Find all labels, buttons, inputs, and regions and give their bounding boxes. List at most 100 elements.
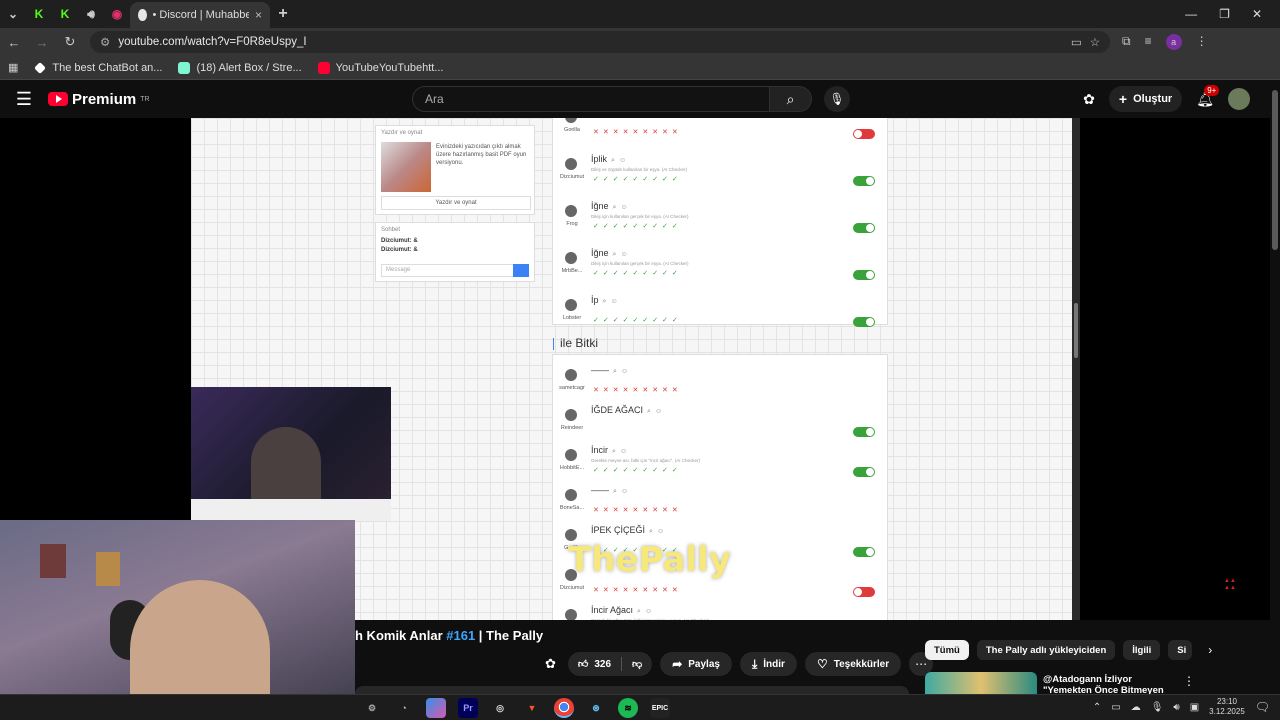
restore-icon[interactable]: ❐ — [1219, 7, 1230, 21]
bookmark-alertbox[interactable]: (18) Alert Box / Stre... — [178, 61, 302, 74]
emoji-icon[interactable]: ☺ — [620, 251, 627, 258]
chevron-right-icon[interactable]: › — [1208, 643, 1212, 657]
vote-toggle[interactable] — [853, 467, 875, 477]
vote-toggle[interactable] — [853, 317, 875, 327]
menu-icon[interactable]: ☰ — [0, 89, 48, 110]
emoji-icon[interactable]: ☺ — [621, 368, 628, 375]
emoji-icon[interactable]: ☺ — [610, 298, 617, 305]
rec-menu-icon[interactable]: ⋮ — [1183, 674, 1195, 688]
epic-games-icon[interactable]: EPIC — [650, 698, 670, 718]
send-button[interactable] — [513, 264, 529, 277]
kick-tab-icon[interactable]: K — [26, 3, 52, 25]
emoji-icon[interactable]: ☺ — [619, 157, 626, 164]
search-icon[interactable]: ⌕ — [612, 448, 616, 455]
instagram-tab-icon[interactable]: ◉ — [104, 3, 130, 25]
bookmark-star-icon[interactable]: ☆ — [1090, 35, 1100, 49]
search-icon[interactable]: ⌕ — [611, 157, 615, 164]
tray-device-icon[interactable]: ▭ — [1111, 702, 1120, 713]
emoji-icon[interactable]: ☺ — [620, 448, 627, 455]
close-window-icon[interactable]: ✕ — [1252, 7, 1262, 21]
premium-gift-icon[interactable]: ✿ — [1083, 91, 1095, 108]
frame-scroll-thumb[interactable] — [1074, 303, 1078, 358]
voice-search-button[interactable]: 🎙︎ — [824, 86, 850, 112]
premiere-pro-icon[interactable]: Pr — [458, 698, 478, 718]
frame-scrollbar[interactable] — [1072, 118, 1080, 620]
audio-tab-icon[interactable]: 🔊︎ — [78, 3, 104, 25]
chrome-icon[interactable] — [554, 698, 574, 718]
tray-network-icon[interactable]: ▣ — [1190, 702, 1199, 713]
share-button[interactable]: ➦ Paylaş — [660, 652, 732, 676]
emoji-icon[interactable]: ☺ — [657, 528, 664, 535]
vote-toggle[interactable] — [853, 176, 875, 186]
clock[interactable]: 23:10 3.12.2025 — [1209, 697, 1245, 718]
print-button[interactable]: Yazdır ve oynat — [381, 196, 531, 210]
spotify-icon[interactable]: ≋ — [618, 698, 638, 718]
bookmark-chatbot[interactable]: The best ChatBot an... — [34, 62, 162, 74]
new-tab-button[interactable]: + — [270, 3, 296, 25]
search-icon[interactable]: ⌕ — [613, 368, 617, 375]
cast-icon[interactable]: ▭ — [1071, 35, 1082, 49]
chip-related[interactable]: İlgili — [1123, 640, 1161, 660]
emoji-icon[interactable]: ☺ — [645, 608, 652, 615]
search-icon[interactable]: ⌕ — [613, 204, 617, 211]
browser-menu-icon[interactable]: ⋮ — [1196, 34, 1208, 50]
search-icon[interactable]: ⌕ — [649, 528, 653, 535]
hashtag-link[interactable]: #161 — [446, 628, 475, 643]
vote-toggle[interactable] — [853, 547, 875, 557]
page-scrollbar[interactable] — [1270, 80, 1280, 700]
search-input[interactable]: Ara — [412, 86, 770, 112]
forward-icon[interactable]: → — [34, 35, 50, 50]
vote-toggle[interactable] — [853, 270, 875, 280]
search-icon[interactable]: ⌕ — [613, 251, 617, 258]
profile-avatar[interactable]: a — [1165, 34, 1182, 50]
account-avatar[interactable] — [1228, 88, 1250, 110]
tab-close-icon[interactable]: × — [255, 8, 262, 22]
notifications-center-icon[interactable]: 🗨︎ — [1255, 700, 1270, 714]
download-button[interactable]: ⤓ İndir — [739, 652, 797, 676]
tray-chevron-icon[interactable]: ⌃ — [1093, 702, 1101, 713]
like-button[interactable]: 👍︎ 326 — [568, 652, 621, 676]
page-scroll-thumb[interactable] — [1272, 90, 1278, 250]
emoji-icon[interactable]: ☺ — [655, 408, 662, 415]
tray-mic-icon[interactable]: 🎙︎ — [1151, 702, 1164, 713]
extensions-icon[interactable]: ⧉ — [1122, 34, 1131, 50]
search-icon[interactable]: ⌕ — [613, 488, 617, 495]
bookmark-youtube[interactable]: YouTubeYouTubehtt... — [317, 61, 444, 74]
site-info-icon[interactable]: ⚙︎ — [100, 35, 110, 49]
chat-input[interactable]: Message — [381, 264, 515, 277]
media-controls-icon[interactable]: ≡ — [1145, 34, 1152, 50]
thanks-button[interactable]: ♡ Teşekkürler — [804, 652, 902, 676]
obs-icon[interactable]: ◎ — [490, 698, 510, 718]
settings-app-icon[interactable]: ⚙ — [362, 698, 382, 718]
emoji-icon[interactable]: ☺ — [621, 488, 628, 495]
vote-toggle[interactable] — [853, 223, 875, 233]
url-input[interactable]: ⚙︎ youtube.com/watch?v=F0R8eUspy_I ▭ ☆ — [90, 31, 1110, 53]
search-icon[interactable]: ⌕ — [647, 408, 651, 415]
search-button[interactable]: ⌕ — [770, 86, 812, 112]
dislike-button[interactable]: 👎︎ — [622, 652, 652, 676]
kick-tab-icon-2[interactable]: K — [52, 3, 78, 25]
notifications-button[interactable]: 🔔︎ 9+ — [1196, 84, 1220, 108]
chip-uploader[interactable]: The Pally adlı yükleyiciden — [976, 640, 1116, 660]
vote-toggle[interactable] — [853, 129, 875, 139]
back-icon[interactable]: ← — [6, 35, 22, 50]
speed-app-icon[interactable]: ◔ — [394, 698, 414, 718]
vote-toggle[interactable] — [853, 427, 875, 437]
search-icon[interactable]: ⌕ — [603, 298, 607, 305]
minimize-icon[interactable]: — — [1185, 7, 1197, 21]
chip-all[interactable]: Tümü — [925, 640, 969, 660]
copilot-icon[interactable] — [426, 698, 446, 718]
tray-cloud-icon[interactable]: ☁ — [1131, 702, 1141, 713]
vote-toggle[interactable] — [853, 587, 875, 597]
reload-icon[interactable]: ↻ — [62, 34, 78, 50]
apps-grid-icon[interactable]: ▦ — [8, 61, 18, 74]
tab-list-button[interactable]: ⌄ — [0, 3, 26, 25]
emoji-icon[interactable]: ☺ — [620, 204, 627, 211]
search-icon[interactable]: ⌕ — [637, 608, 641, 615]
create-button[interactable]: + Oluştur — [1108, 86, 1183, 112]
youtube-logo[interactable]: Premium TR — [48, 91, 150, 108]
brave-icon[interactable]: ▼ — [522, 698, 542, 718]
tab-discord[interactable]: • Discord | Muhabbet Kuslar × — [130, 2, 270, 28]
chip-more[interactable]: Si — [1168, 640, 1193, 660]
steam-icon[interactable]: ⊛ — [586, 698, 606, 718]
